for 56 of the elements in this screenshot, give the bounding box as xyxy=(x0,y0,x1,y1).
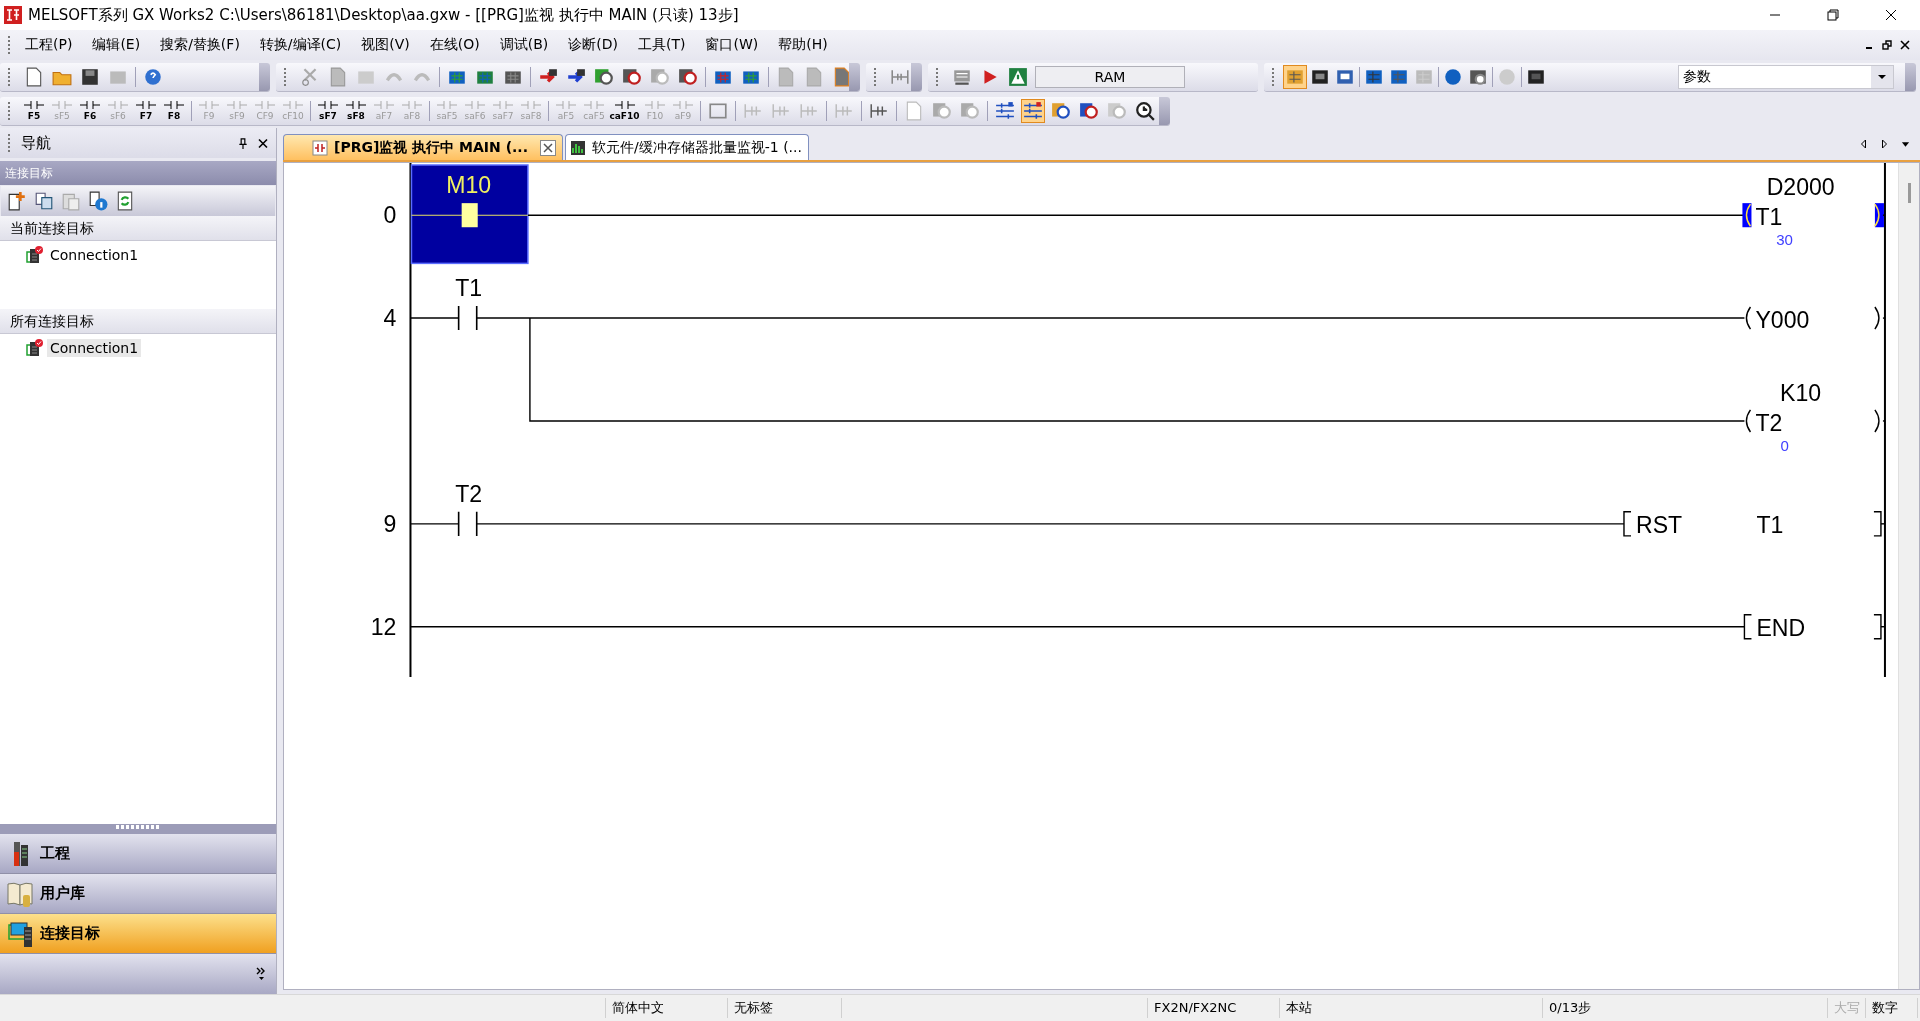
instruction-label: END xyxy=(1756,614,1806,641)
current-value: 30 xyxy=(1776,231,1793,249)
status-field: 简体中文 xyxy=(606,998,728,1018)
section-header: 连接目标 xyxy=(0,161,276,185)
document-tab[interactable]: 软元件/缓冲存储器批量监视-1 (... xyxy=(565,134,809,160)
menu-item[interactable]: 工程(P) xyxy=(17,36,81,54)
device-label: T1 xyxy=(1755,204,1783,231)
memory-field: RAM xyxy=(1035,65,1185,88)
setting-value: D2000 xyxy=(1766,174,1835,201)
group-header: 所有连接目标 xyxy=(0,309,276,334)
parameter-dropdown[interactable]: 参数 xyxy=(1678,64,1894,89)
ladder-key-button[interactable]: F8 xyxy=(163,100,185,121)
device-label: T2 xyxy=(1755,410,1783,436)
device-label: T1 xyxy=(455,275,483,301)
ladder-key-button[interactable]: sF7 xyxy=(317,100,339,121)
menu-item[interactable]: 搜索/替换(F) xyxy=(152,36,248,54)
current-value: 0 xyxy=(1780,437,1789,455)
step-number: 9 xyxy=(383,510,397,537)
status-field: 0/13步 xyxy=(1543,998,1828,1018)
window-title: MELSOFT系列 GX Works2 C:\Users\86181\Desktop\aa.gxw - [[PRG]监视 执行中 MAIN (只读) 13步] xyxy=(28,5,739,25)
ladder-key-button[interactable]: F7 xyxy=(135,100,157,121)
status-field: 数字 xyxy=(1866,998,1918,1018)
device-label: Y000 xyxy=(1755,307,1810,334)
navigation-button[interactable]: 用户库 xyxy=(0,874,276,914)
menu-item[interactable]: 工具(T) xyxy=(630,36,694,54)
step-number: 12 xyxy=(370,613,397,640)
navigation-button[interactable]: 连接目标 xyxy=(0,914,276,954)
connection-item[interactable]: Connection1 xyxy=(47,246,142,264)
status-field: 本站 xyxy=(1280,998,1543,1018)
status-field: 无标签 xyxy=(728,998,842,1018)
device-label: T2 xyxy=(455,480,483,507)
menu-item[interactable]: 在线(O) xyxy=(421,36,488,54)
group-header: 当前连接目标 xyxy=(0,216,276,241)
setting-value: K10 xyxy=(1780,379,1822,406)
document-tab[interactable]: [PRG]监视 执行中 MAIN (... xyxy=(283,134,563,160)
status-field: FX2N/FX2NC xyxy=(1148,998,1280,1018)
menu-item[interactable]: 转换/编译(C) xyxy=(251,36,350,54)
device-label: T1 xyxy=(1756,511,1784,538)
menu-item[interactable]: 诊断(D) xyxy=(560,36,626,54)
menu-item[interactable]: 编辑(E) xyxy=(84,36,149,54)
instruction-label: RST xyxy=(1636,511,1683,538)
menu-item[interactable]: 调试(B) xyxy=(491,36,557,54)
navigation-button[interactable]: 工程 xyxy=(0,834,276,874)
panel-title: 导航 xyxy=(21,133,52,153)
connection-item[interactable]: Connection1 xyxy=(47,339,142,357)
menu-item[interactable]: 视图(V) xyxy=(353,36,418,54)
device-label: M10 xyxy=(446,172,492,199)
ladder-key-button[interactable]: F6 xyxy=(79,100,101,121)
step-number: 0 xyxy=(383,202,397,229)
step-number: 4 xyxy=(383,305,397,332)
status-field: 大写 xyxy=(1828,998,1866,1018)
ladder-key-button[interactable]: F5 xyxy=(23,100,45,121)
ladder-key-button[interactable]: caF10 xyxy=(611,100,638,121)
menu-item[interactable]: 窗口(W) xyxy=(697,36,767,54)
menu-item[interactable]: 帮助(H) xyxy=(770,36,836,54)
ladder-key-button[interactable]: sF8 xyxy=(345,100,367,121)
